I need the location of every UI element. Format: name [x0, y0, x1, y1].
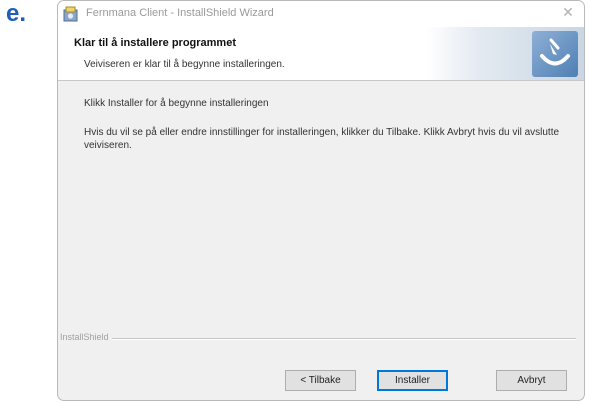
body-text: Hvis du vil se på eller endre innstillin…	[84, 127, 560, 151]
banner-title: Klar til å installere programmet	[74, 37, 236, 49]
footer-separator	[106, 338, 576, 340]
back-button[interactable]: < Tilbake	[285, 370, 356, 391]
install-button[interactable]: Installer	[377, 370, 448, 391]
cancel-button[interactable]: Avbryt	[496, 370, 567, 391]
window-title: Fernmana Client - InstallShield Wizard	[86, 7, 274, 19]
instruction-text: Klikk Installer for å begynne installeri…	[84, 98, 269, 109]
installshield-logo-icon	[532, 31, 578, 77]
step-letter: e.	[6, 0, 27, 27]
close-icon[interactable]: ✕	[560, 5, 576, 21]
installer-dialog: Fernmana Client - InstallShield Wizard ✕…	[57, 0, 585, 401]
banner-subtitle: Veiviseren er klar til å begynne install…	[84, 59, 285, 70]
header-banner: Klar til å installere programmet Veivise…	[58, 27, 584, 81]
content-area: Klikk Installer for å begynne installeri…	[58, 81, 584, 331]
title-bar: Fernmana Client - InstallShield Wizard ✕	[58, 1, 584, 27]
app-icon	[61, 4, 81, 24]
installshield-brand-label: InstallShield	[60, 332, 112, 342]
